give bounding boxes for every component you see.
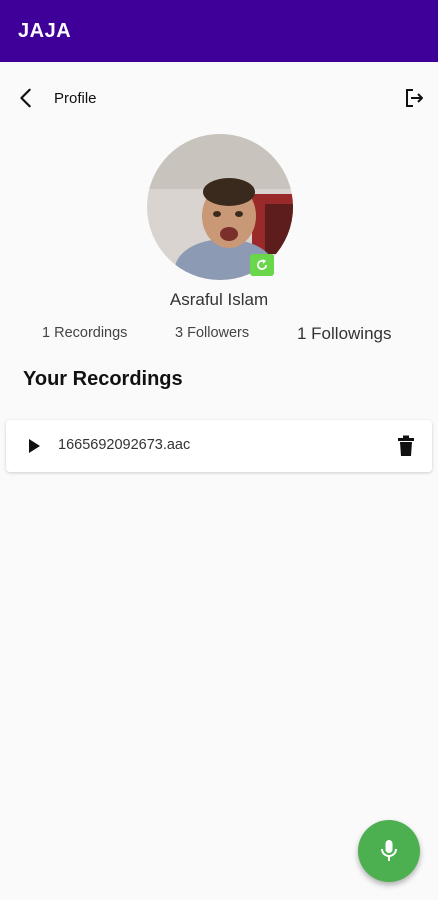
followings-count[interactable]: 1 Followings: [297, 324, 392, 344]
user-name: Asraful Islam: [169, 290, 269, 309]
refresh-icon: [257, 259, 267, 270]
back-button[interactable]: [12, 84, 40, 112]
followers-count[interactable]: 3 Followers: [175, 325, 249, 341]
record-button[interactable]: [358, 820, 420, 882]
play-icon: [29, 439, 40, 453]
list-item[interactable]: 1665692092673.aac: [6, 420, 432, 472]
page-title: Profile: [54, 90, 97, 107]
logout-button[interactable]: [400, 84, 428, 112]
logout-icon: [406, 89, 423, 107]
section-title: Your Recordings: [23, 368, 183, 390]
edit-avatar-button[interactable]: [250, 254, 274, 276]
play-button[interactable]: [22, 434, 46, 458]
app-bar: JAJA: [0, 0, 438, 62]
trash-icon: [398, 435, 414, 456]
app-title: JAJA: [18, 19, 72, 42]
delete-button[interactable]: [394, 433, 418, 459]
arrow-back-icon: [20, 88, 31, 108]
recording-filename: 1665692092673.aac: [58, 437, 191, 453]
profile-toolbar: Profile: [0, 76, 438, 120]
recordings-count: 1 Recordings: [42, 325, 128, 341]
mic-icon: [381, 840, 397, 861]
